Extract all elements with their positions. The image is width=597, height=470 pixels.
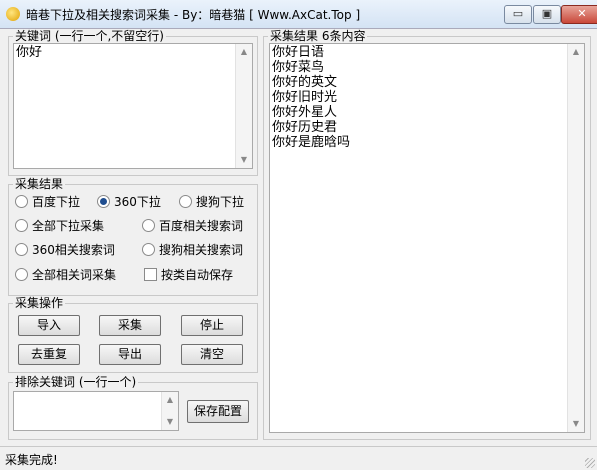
exclude-group: 排除关键词 (一行一个) ▲ ▼ 保存配置 xyxy=(8,375,258,440)
keywords-label: 关键词 (一行一个,不留空行) xyxy=(13,29,166,43)
results-scrollbar[interactable]: ▲ ▼ xyxy=(567,44,584,432)
status-bar: 采集完成! xyxy=(0,446,597,470)
radio-label: 360下拉 xyxy=(114,195,161,209)
keywords-scrollbar[interactable]: ▲ ▼ xyxy=(235,44,252,168)
scroll-down-icon[interactable]: ▼ xyxy=(162,414,178,430)
results-output[interactable]: 你好日语 你好菜鸟 你好的英文 你好旧时光 你好外星人 你好历史君 你好是鹿晗吗… xyxy=(269,43,585,433)
radio-label: 百度相关搜索词 xyxy=(159,219,244,233)
scroll-up-icon[interactable]: ▲ xyxy=(568,44,584,60)
clear-button[interactable]: 清空 xyxy=(181,344,243,365)
maximize-button[interactable]: ▣ xyxy=(533,5,561,24)
collect-options-label: 采集结果 xyxy=(13,177,66,191)
collect-options-group: 采集结果 百度下拉 360下拉 搜狗下拉 全部下拉采集 百度相关搜索词 360相… xyxy=(8,177,258,296)
radio-sogou-related[interactable]: 搜狗相关搜索词 xyxy=(142,243,243,257)
scroll-down-icon[interactable]: ▼ xyxy=(568,416,584,432)
radio-label: 搜狗相关搜索词 xyxy=(159,243,244,257)
radio-360-dropdown[interactable]: 360下拉 xyxy=(97,195,161,209)
radio-sogou-dropdown[interactable]: 搜狗下拉 xyxy=(179,195,244,209)
radio-dot-selected xyxy=(97,195,110,208)
scroll-up-icon[interactable]: ▲ xyxy=(236,44,252,60)
radio-label: 360相关搜索词 xyxy=(32,243,115,257)
radio-dot xyxy=(15,219,28,232)
scroll-up-icon[interactable]: ▲ xyxy=(162,392,178,408)
window-title: 暗巷下拉及相关搜索词采集 - By：暗巷猫 [ Www.AxCat.Top ] xyxy=(26,8,361,22)
collect-button[interactable]: 采集 xyxy=(99,315,161,336)
checkbox-label: 按类自动保存 xyxy=(161,268,234,282)
radio-dot xyxy=(15,268,28,281)
radio-dot xyxy=(15,243,28,256)
results-group: 采集结果 6条内容 你好日语 你好菜鸟 你好的英文 你好旧时光 你好外星人 你好… xyxy=(263,29,591,440)
exclude-scrollbar[interactable]: ▲ ▼ xyxy=(161,392,178,430)
radio-dot xyxy=(179,195,192,208)
radio-label: 全部下拉采集 xyxy=(32,219,105,233)
stop-button[interactable]: 停止 xyxy=(181,315,243,336)
keywords-input[interactable]: 你好 ▲ ▼ xyxy=(13,43,253,169)
radio-label: 全部相关词采集 xyxy=(32,268,117,282)
radio-dot xyxy=(142,243,155,256)
scroll-down-icon[interactable]: ▼ xyxy=(236,152,252,168)
status-text: 采集完成! xyxy=(5,453,58,467)
radio-label: 百度下拉 xyxy=(32,195,81,209)
actions-group: 采集操作 导入 采集 停止 去重复 导出 清空 xyxy=(8,296,258,373)
export-button[interactable]: 导出 xyxy=(99,344,161,365)
radio-baidu-dropdown[interactable]: 百度下拉 xyxy=(15,195,80,209)
app-icon xyxy=(6,7,20,21)
keywords-group: 关键词 (一行一个,不留空行) 你好 ▲ ▼ xyxy=(8,29,258,176)
minimize-button[interactable]: ▭ xyxy=(504,5,532,24)
checkbox-box xyxy=(144,268,157,281)
results-text: 你好日语 你好菜鸟 你好的英文 你好旧时光 你好外星人 你好历史君 你好是鹿晗吗 xyxy=(272,45,351,150)
radio-dot xyxy=(142,219,155,232)
dedupe-button[interactable]: 去重复 xyxy=(18,344,80,365)
title-bar: 暗巷下拉及相关搜索词采集 - By：暗巷猫 [ Www.AxCat.Top ] … xyxy=(0,0,597,29)
import-button[interactable]: 导入 xyxy=(18,315,80,336)
save-config-button[interactable]: 保存配置 xyxy=(187,400,249,423)
radio-baidu-related[interactable]: 百度相关搜索词 xyxy=(142,219,243,233)
resize-grip-icon[interactable] xyxy=(585,458,595,468)
results-label: 采集结果 6条内容 xyxy=(268,29,368,43)
radio-360-related[interactable]: 360相关搜索词 xyxy=(15,243,115,257)
exclude-input[interactable]: ▲ ▼ xyxy=(13,391,179,431)
radio-all-dropdown[interactable]: 全部下拉采集 xyxy=(15,219,104,233)
radio-label: 搜狗下拉 xyxy=(196,195,245,209)
actions-label: 采集操作 xyxy=(13,296,66,310)
auto-save-checkbox[interactable]: 按类自动保存 xyxy=(144,268,233,282)
radio-all-related[interactable]: 全部相关词采集 xyxy=(15,268,116,282)
keywords-text: 你好 xyxy=(16,45,43,60)
close-button[interactable]: ✕ xyxy=(561,5,597,24)
radio-dot xyxy=(15,195,28,208)
exclude-label: 排除关键词 (一行一个) xyxy=(13,375,139,389)
